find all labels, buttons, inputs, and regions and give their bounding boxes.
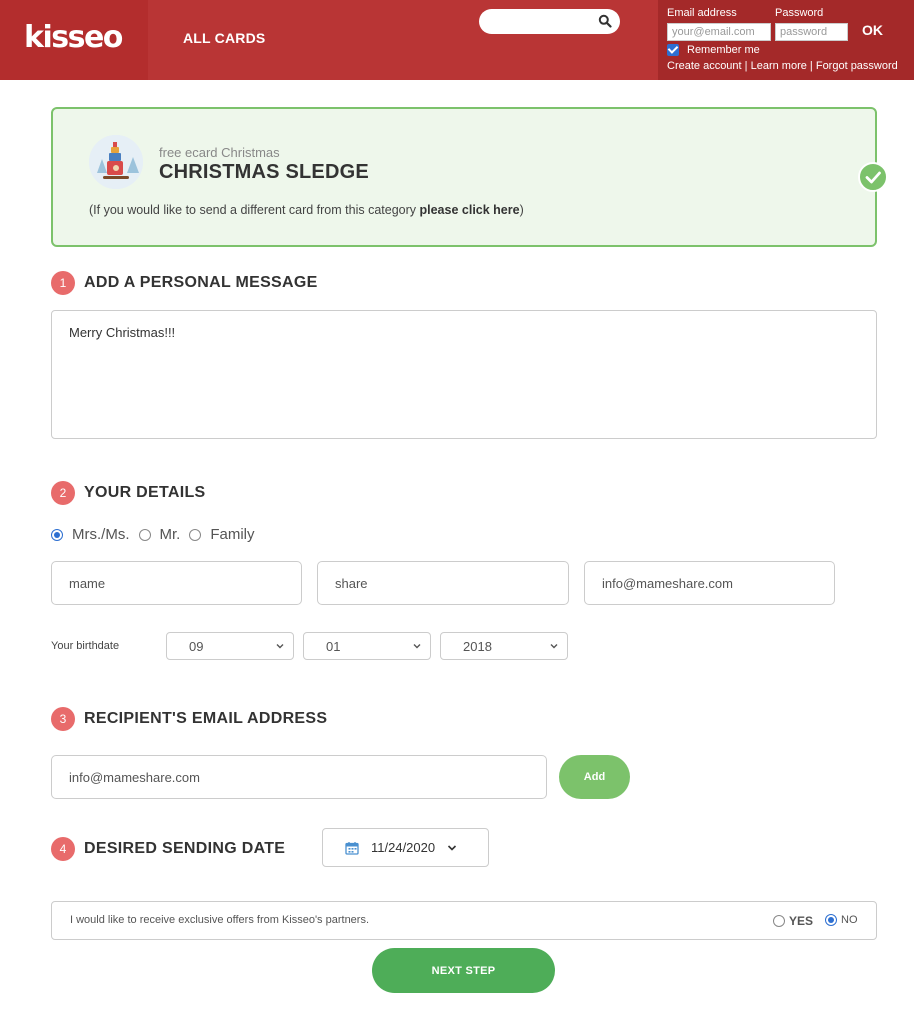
section-sending-date: 4 DESIRED SENDING DATE — [51, 837, 285, 861]
search-box[interactable] — [479, 9, 620, 34]
offers-no-option[interactable]: NO — [825, 914, 858, 926]
last-name-input[interactable] — [317, 561, 569, 605]
calendar-icon — [345, 841, 359, 855]
card-note-prefix: (If you would like to send a different c… — [89, 203, 420, 217]
selected-card-box: free ecard Christmas CHRISTMAS SLEDGE (I… — [51, 107, 877, 247]
birthdate-label: Your birthdate — [51, 640, 120, 652]
section-title: RECIPIENT'S EMAIL ADDRESS — [84, 710, 328, 727]
login-panel: Email address Password OK Remember me Cr… — [658, 0, 914, 80]
chevron-down-icon — [550, 644, 558, 649]
search-input[interactable] — [491, 12, 591, 31]
salutation-radio-group: Mrs./Ms. Mr. Family — [51, 526, 264, 543]
card-change-note: (If you would like to send a different c… — [89, 203, 524, 217]
offers-no-radio[interactable] — [825, 914, 837, 926]
birth-year-select[interactable]: 2018 — [440, 632, 568, 660]
section-number: 2 — [51, 481, 75, 505]
sending-date-value: 11/24/2020 — [371, 840, 436, 855]
logo-area[interactable]: kisseo — [0, 0, 148, 80]
section-personal-message: 1 ADD A PERSONAL MESSAGE — [51, 271, 318, 295]
partner-offers-text: I would like to receive exclusive offers… — [70, 914, 370, 926]
chevron-down-icon — [448, 844, 457, 851]
forgot-password-link[interactable]: Forgot password — [816, 60, 898, 72]
salutation-radio-family[interactable] — [189, 528, 202, 541]
link-separator: | — [809, 60, 813, 72]
christmas-sledge-image — [89, 135, 143, 189]
section-number: 4 — [51, 837, 75, 861]
sending-date-picker[interactable]: 11/24/2020 — [322, 828, 489, 867]
section-title: ADD A PERSONAL MESSAGE — [84, 274, 318, 291]
learn-more-link[interactable]: Learn more — [751, 60, 807, 72]
offers-yes-option[interactable]: YES — [773, 914, 813, 928]
section-title: DESIRED SENDING DATE — [84, 840, 286, 857]
salutation-label-mr: Mr. — [159, 526, 181, 543]
remember-me[interactable]: Remember me — [667, 44, 760, 56]
salutation-radio-mrs[interactable] — [51, 528, 63, 541]
section-number: 3 — [51, 707, 75, 731]
nav-all-cards[interactable]: ALL CARDS — [183, 30, 265, 46]
offers-yes-label: YES — [789, 914, 814, 928]
birth-month-select[interactable]: 09 — [166, 632, 294, 660]
offers-yes-radio[interactable] — [773, 915, 785, 927]
birth-month-value: 09 — [189, 638, 204, 654]
account-links: Create account | Learn more | Forgot pas… — [667, 60, 898, 72]
birth-day-value: 01 — [326, 638, 341, 654]
birth-year-value: 2018 — [463, 638, 492, 654]
card-selected-badge — [858, 162, 888, 192]
add-recipient-button[interactable]: Add — [559, 755, 630, 799]
change-card-link[interactable]: please click here — [420, 203, 520, 217]
salutation-label-family: Family — [210, 526, 255, 543]
email-label: Email address — [667, 7, 737, 19]
site-logo[interactable]: kisseo — [24, 20, 123, 55]
checkmark-icon — [865, 171, 881, 184]
card-thumbnail — [89, 135, 143, 189]
card-category: free ecard Christmas — [159, 145, 280, 160]
card-note-suffix: ) — [519, 203, 524, 217]
salutation-radio-mr[interactable] — [138, 528, 151, 541]
search-icon[interactable] — [598, 14, 612, 28]
link-separator: | — [744, 60, 748, 72]
offers-no-label: NO — [841, 914, 858, 926]
section-your-details: 2 YOUR DETAILS — [51, 481, 206, 505]
sender-email-input[interactable] — [584, 561, 835, 605]
password-label: Password — [775, 7, 824, 19]
personal-message-textarea[interactable]: Merry Christmas!!! — [51, 310, 877, 439]
partner-offers-box: I would like to receive exclusive offers… — [51, 901, 877, 940]
birth-day-select[interactable]: 01 — [303, 632, 431, 660]
login-password-input[interactable] — [775, 23, 848, 41]
next-step-button[interactable]: NEXT STEP — [372, 948, 555, 993]
card-title: CHRISTMAS SLEDGE — [159, 161, 369, 183]
section-recipient-email: 3 RECIPIENT'S EMAIL ADDRESS — [51, 707, 327, 731]
create-account-link[interactable]: Create account — [667, 60, 742, 72]
chevron-down-icon — [413, 644, 421, 649]
section-title: YOUR DETAILS — [84, 484, 206, 501]
salutation-label-mrs: Mrs./Ms. — [72, 526, 130, 543]
recipient-email-input[interactable] — [51, 755, 547, 799]
login-ok-button[interactable]: OK — [862, 22, 883, 38]
first-name-input[interactable] — [51, 561, 302, 605]
chevron-down-icon — [276, 644, 284, 649]
remember-me-checkbox[interactable] — [667, 44, 679, 56]
site-header: kisseo ALL CARDS Email address Password … — [0, 0, 914, 80]
login-email-input[interactable] — [667, 23, 771, 41]
section-number: 1 — [51, 271, 75, 295]
remember-me-label: Remember me — [687, 44, 760, 56]
